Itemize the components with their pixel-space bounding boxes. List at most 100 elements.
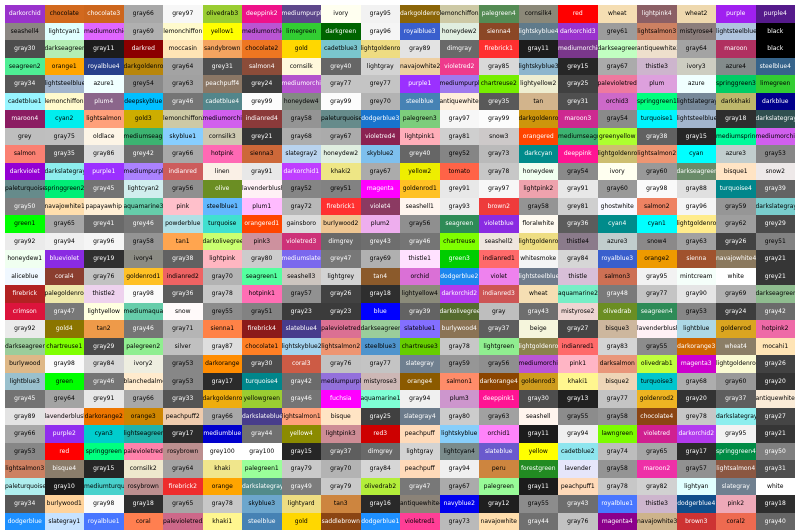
color-swatch: gray49 <box>282 478 322 496</box>
color-swatch: lightgray <box>361 58 401 76</box>
color-swatch: lightyellow2 <box>519 75 559 93</box>
color-swatch: darkorange4 <box>479 373 519 391</box>
color-swatch: gray77 <box>637 285 677 303</box>
color-swatch: gray63 <box>677 233 717 251</box>
color-swatch: peachpuff1 <box>558 478 598 496</box>
color-swatch: gray17 <box>163 425 203 443</box>
color-swatch: lightgoldenrod <box>519 233 559 251</box>
color-swatch: darkslategray3 <box>756 198 796 216</box>
color-swatch: gray58 <box>124 233 164 251</box>
color-swatch: lightsalmon3 <box>5 460 45 478</box>
color-swatch: hotpink <box>203 145 243 163</box>
color-swatch: gray69 <box>716 285 756 303</box>
color-swatch: lightgreen <box>479 338 519 356</box>
color-swatch: grey99 <box>242 93 282 111</box>
color-swatch: snow <box>163 303 203 321</box>
color-swatch: deeppink2 <box>242 5 282 23</box>
color-swatch: gray75 <box>45 128 85 146</box>
color-swatch: gray77 <box>361 355 401 373</box>
color-swatch: gray34 <box>5 75 45 93</box>
color-swatch: grey52 <box>440 145 480 163</box>
color-swatch: yellow4 <box>282 425 322 443</box>
color-swatch: gray11 <box>519 40 559 58</box>
color-swatch: grey40 <box>400 145 440 163</box>
color-swatch: sandybrown <box>203 40 243 58</box>
color-swatch: darkseagreen2 <box>45 40 85 58</box>
color-swatch-grid: darkorchidchocolatechocolate3gray66grey9… <box>5 5 795 495</box>
color-swatch: gray36 <box>163 285 203 303</box>
color-swatch: darkolivegreen <box>440 303 480 321</box>
color-swatch: peachpuff2 <box>163 408 203 426</box>
color-swatch: grey41 <box>84 215 124 233</box>
color-swatch: gray97 <box>440 110 480 128</box>
color-swatch: violetred <box>637 425 677 443</box>
color-swatch: firebrick2 <box>163 478 203 496</box>
color-swatch: tan3 <box>321 495 361 513</box>
color-swatch: lightyan <box>677 478 717 496</box>
color-swatch: goldenrod2 <box>637 390 677 408</box>
color-swatch: gray15 <box>84 460 124 478</box>
color-swatch: gray53 <box>5 443 45 461</box>
color-swatch: ghostwhite <box>598 198 638 216</box>
color-swatch: lemonchiffon1 <box>45 93 85 111</box>
color-swatch: orange2 <box>637 250 677 268</box>
color-swatch: gray38 <box>637 128 677 146</box>
color-swatch: olivedrab <box>598 303 638 321</box>
color-swatch: gray21 <box>756 425 796 443</box>
color-swatch: grey40 <box>321 58 361 76</box>
color-swatch: orange3 <box>124 408 164 426</box>
color-swatch: peru <box>479 460 519 478</box>
color-swatch: gray80 <box>242 250 282 268</box>
color-swatch: seashell <box>519 408 559 426</box>
color-swatch: royalblue1 <box>84 513 124 530</box>
color-swatch: violetred3 <box>282 233 322 251</box>
color-swatch: gray83 <box>598 338 638 356</box>
color-swatch: salmon3 <box>598 268 638 286</box>
color-swatch: gray98 <box>45 355 85 373</box>
color-swatch: maroon2 <box>637 460 677 478</box>
color-swatch: gray72 <box>282 198 322 216</box>
color-swatch: violetred2 <box>440 58 480 76</box>
color-swatch: lightsalmon <box>84 110 124 128</box>
color-swatch: grey64 <box>45 390 85 408</box>
color-swatch: gray58 <box>519 198 559 216</box>
color-swatch: gray26 <box>756 355 796 373</box>
color-swatch: gray11 <box>519 425 559 443</box>
color-swatch: paleturquoise4 <box>5 180 45 198</box>
color-swatch: slateblue1 <box>400 320 440 338</box>
color-swatch: gray81 <box>440 128 480 146</box>
color-swatch: lightgoldenrodyellow <box>716 355 756 373</box>
color-swatch: gray87 <box>203 338 243 356</box>
color-swatch: darkorchid2 <box>677 425 717 443</box>
color-swatch: fuchsia <box>321 390 361 408</box>
color-swatch: olivedrab2 <box>361 478 401 496</box>
color-swatch: gray56 <box>479 355 519 373</box>
color-swatch: azure1 <box>84 75 124 93</box>
color-swatch: grey35 <box>479 93 519 111</box>
color-swatch: mediumblue <box>203 425 243 443</box>
color-swatch: cadetblue1 <box>5 93 45 111</box>
color-swatch: coral4 <box>45 268 85 286</box>
color-swatch: mediumorchid1 <box>84 23 124 41</box>
color-swatch: grey91 <box>440 180 480 198</box>
color-swatch: gray34 <box>5 495 45 513</box>
color-swatch: lightskyblue <box>440 425 480 443</box>
color-swatch: darkslategray4 <box>242 478 282 496</box>
color-swatch: gray27 <box>756 408 796 426</box>
color-swatch: gray69 <box>361 250 401 268</box>
color-swatch: gray73 <box>440 513 480 530</box>
color-swatch: purple1 <box>400 75 440 93</box>
color-swatch: gray67 <box>440 478 480 496</box>
color-swatch: coral <box>124 513 164 530</box>
color-swatch: wheat4 <box>716 338 756 356</box>
color-swatch: green <box>45 373 85 391</box>
color-swatch: gray20 <box>756 373 796 391</box>
color-swatch: aquamarine1 <box>361 390 401 408</box>
color-swatch: darkgoldenrod <box>124 58 164 76</box>
color-swatch: forestgreen <box>519 460 559 478</box>
color-swatch: gray63 <box>479 408 519 426</box>
color-swatch: palegreen1 <box>242 460 282 478</box>
color-swatch: gray77 <box>598 390 638 408</box>
color-swatch: seagreen4 <box>637 303 677 321</box>
color-swatch: antiquewhite <box>756 390 796 408</box>
